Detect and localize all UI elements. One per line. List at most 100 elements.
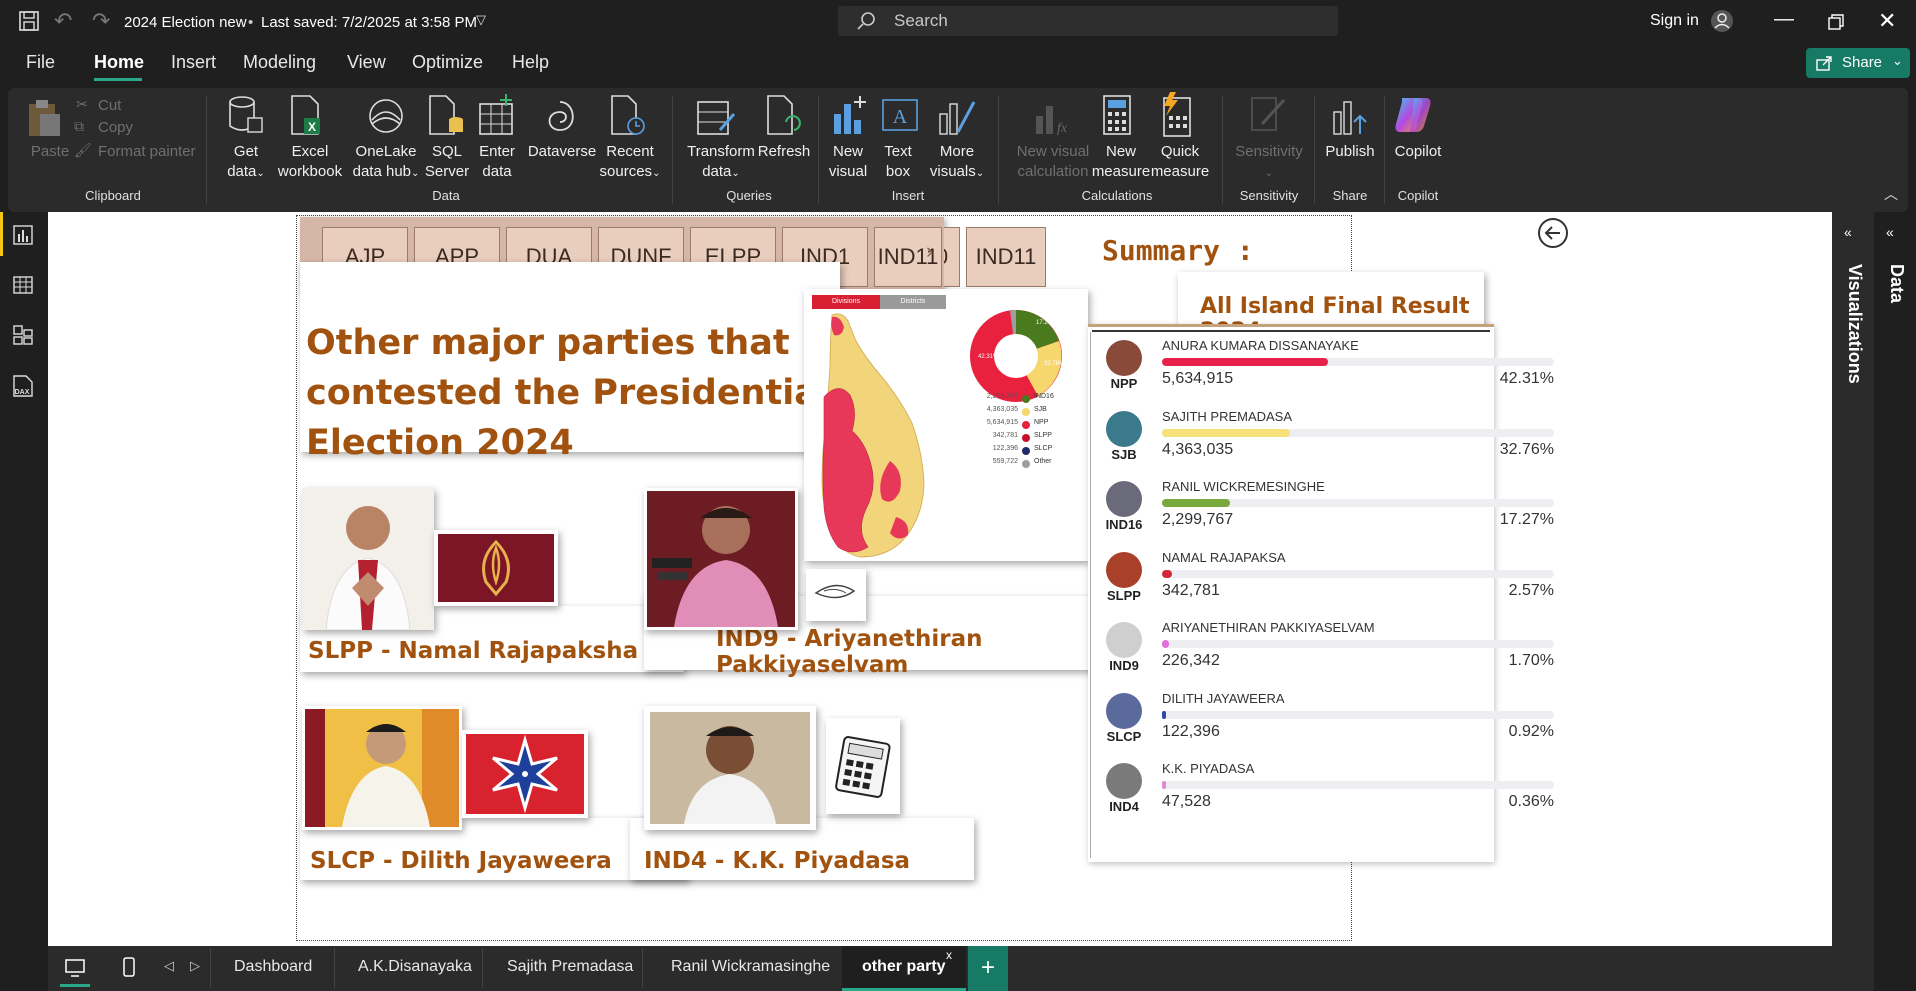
- party-code: IND16: [1105, 517, 1143, 532]
- desktop-view-icon[interactable]: [64, 958, 86, 978]
- candidate-row[interactable]: SLPP NAMAL RAJAPAKSA 342,781 2.57%: [1088, 550, 1568, 620]
- tab-ranil-wickramasinghe[interactable]: Ranil Wickramasinghe: [671, 958, 830, 976]
- search-input[interactable]: Search: [894, 11, 948, 31]
- close-tab-icon[interactable]: x: [946, 948, 952, 962]
- vote-percent: 0.92%: [1508, 722, 1554, 740]
- sql-label-1: SQL: [431, 143, 462, 160]
- candidate-name: NAMAL RAJAPAKSA: [1162, 549, 1286, 565]
- menu-file[interactable]: File: [26, 52, 55, 73]
- refresh-button[interactable]: Refresh: [756, 142, 812, 162]
- sign-in-link[interactable]: Sign in: [1650, 12, 1699, 30]
- menu-insert[interactable]: Insert: [171, 52, 216, 73]
- expand-pane-icon[interactable]: «: [1844, 224, 1852, 240]
- recent-sources-button[interactable]: Recent sources⌄: [598, 142, 662, 184]
- candidate-row[interactable]: SJB SAJITH PREMADASA 4,363,035 32.76%: [1088, 409, 1568, 479]
- more-visuals-icon: [939, 101, 976, 135]
- cut-button[interactable]: Cut: [98, 96, 121, 116]
- get-data-button[interactable]: Get data⌄: [218, 142, 274, 184]
- chevron-down-icon: ⌄: [256, 168, 265, 179]
- slicer-next-arrow-icon[interactable]: ›: [926, 238, 933, 264]
- sensitivity-button[interactable]: Sensitivity ⌄: [1228, 142, 1310, 184]
- candidate-row[interactable]: IND9 ARIYANETHIRAN PAKKIYASELVAM 226,342 1.…: [1088, 620, 1568, 690]
- candidate-name: ANURA KUMARA DISSANAYAKE: [1162, 338, 1359, 353]
- restore-icon[interactable]: [1828, 14, 1844, 30]
- tab-other-party[interactable]: other party x: [842, 946, 966, 991]
- publish-button[interactable]: Publish: [1322, 142, 1378, 162]
- menu-help[interactable]: Help: [512, 52, 549, 73]
- slicer-item[interactable]: IND11: [966, 227, 1046, 287]
- copilot-button[interactable]: Copilot: [1390, 142, 1446, 162]
- model-view-icon[interactable]: [12, 324, 34, 346]
- conch-shell-icon: [814, 584, 856, 599]
- menu-modeling[interactable]: Modeling: [243, 52, 316, 73]
- tab-dashboard[interactable]: Dashboard: [234, 958, 312, 976]
- dataverse-button[interactable]: Dataverse: [522, 142, 602, 162]
- candidate-row[interactable]: IND4 K.K. PIYADASA 47,528 0.36%: [1088, 761, 1568, 831]
- next-page-icon[interactable]: ▷: [190, 958, 200, 974]
- minimize-icon[interactable]: —: [1774, 8, 1794, 31]
- more-visuals-button[interactable]: More visuals⌄: [926, 142, 988, 184]
- undo-icon[interactable]: ↶: [54, 8, 72, 34]
- candidate-row[interactable]: IND16 RANIL WICKREMESINGHE 2,299,767 17.27%: [1088, 479, 1568, 549]
- close-icon[interactable]: ✕: [1878, 8, 1896, 34]
- add-page-button[interactable]: +: [968, 946, 1008, 991]
- tab-ak-disanayaka[interactable]: A.K.Disanayaka: [358, 958, 472, 976]
- sql-server-button[interactable]: SQL Server: [422, 142, 472, 182]
- menu-view[interactable]: View: [347, 52, 386, 73]
- candidate-avatar: [1106, 340, 1142, 376]
- report-view-icon[interactable]: [12, 224, 34, 246]
- new-visual-calculation-button[interactable]: New visual calculation: [1008, 142, 1098, 182]
- collapse-ribbon-icon[interactable]: ︿: [1884, 184, 1898, 204]
- table-view-icon[interactable]: [12, 274, 34, 296]
- format-painter-button[interactable]: Format painter: [98, 142, 196, 162]
- transform-data-button[interactable]: Transform data⌄: [680, 142, 762, 184]
- onelake-button[interactable]: OneLake data hub⌄: [348, 142, 424, 184]
- redo-icon[interactable]: ↷: [92, 8, 110, 34]
- legend-swatch: [1022, 447, 1030, 455]
- title-separator: •: [248, 14, 254, 31]
- enter-data-label-2: data: [482, 163, 512, 180]
- sri-lanka-map[interactable]: [804, 311, 954, 559]
- visualizations-pane-collapsed[interactable]: « Visualizations: [1832, 212, 1874, 991]
- chevron-down-icon[interactable]: ▽: [476, 12, 486, 28]
- share-icon: [1816, 56, 1832, 71]
- copy-button[interactable]: Copy: [98, 118, 133, 138]
- group-share: Share: [1332, 188, 1368, 203]
- search-box[interactable]: Search: [838, 6, 1338, 36]
- data-pane-collapsed[interactable]: « Data: [1874, 212, 1916, 991]
- menu-optimize[interactable]: Optimize: [412, 52, 483, 73]
- account-icon[interactable]: [1710, 9, 1734, 33]
- paste-button[interactable]: Paste: [22, 142, 78, 162]
- piyadasa-photo: [644, 706, 816, 830]
- dax-query-view-icon[interactable]: DAX: [10, 374, 36, 400]
- summary-label: Summary :: [1102, 234, 1254, 267]
- party-code: SJB: [1111, 446, 1137, 462]
- vote-bar-fill: [1162, 781, 1166, 789]
- toggle-districts[interactable]: Districts: [880, 295, 946, 309]
- excel-workbook-button[interactable]: Excel workbook: [270, 142, 350, 182]
- text-box-button[interactable]: Text box: [876, 142, 920, 182]
- toggle-divisions[interactable]: Divisions: [812, 295, 880, 309]
- publish-icon: [1333, 101, 1367, 135]
- mobile-view-icon[interactable]: [122, 956, 136, 978]
- back-arrow-icon[interactable]: [1536, 216, 1570, 250]
- menu-home[interactable]: Home: [94, 52, 144, 73]
- caption-ind4: IND4 - K.K. Piyadasa: [644, 848, 911, 874]
- recent-label-2: sources: [599, 163, 653, 180]
- ariyanethiran-photo: [644, 488, 798, 630]
- new-measure-button[interactable]: New measure: [1090, 142, 1152, 182]
- new-visual-button[interactable]: New visual: [824, 142, 872, 182]
- prev-page-icon[interactable]: ◁: [164, 958, 174, 974]
- share-button[interactable]: Share ⌄: [1806, 48, 1910, 78]
- page-heading-line: contested the Presidential: [306, 373, 830, 413]
- results-title-card: All Island Final Result 2024: [1178, 272, 1484, 344]
- tab-sajith-premadasa[interactable]: Sajith Premadasa: [507, 958, 633, 976]
- candidate-row[interactable]: SLCP DILITH JAYAWEERA 122,396 0.92%: [1088, 691, 1568, 761]
- save-icon[interactable]: [18, 10, 40, 32]
- candidate-row[interactable]: NPP ANURA KUMARA DISSANAYAKE 5,634,915 42.3…: [1088, 338, 1568, 408]
- format-painter-icon: 🖌: [74, 142, 92, 158]
- quick-measure-button[interactable]: Quick measure: [1150, 142, 1210, 182]
- dataverse-icon: [548, 101, 574, 131]
- enter-data-button[interactable]: Enter data: [472, 142, 522, 182]
- expand-pane-icon[interactable]: «: [1886, 224, 1894, 240]
